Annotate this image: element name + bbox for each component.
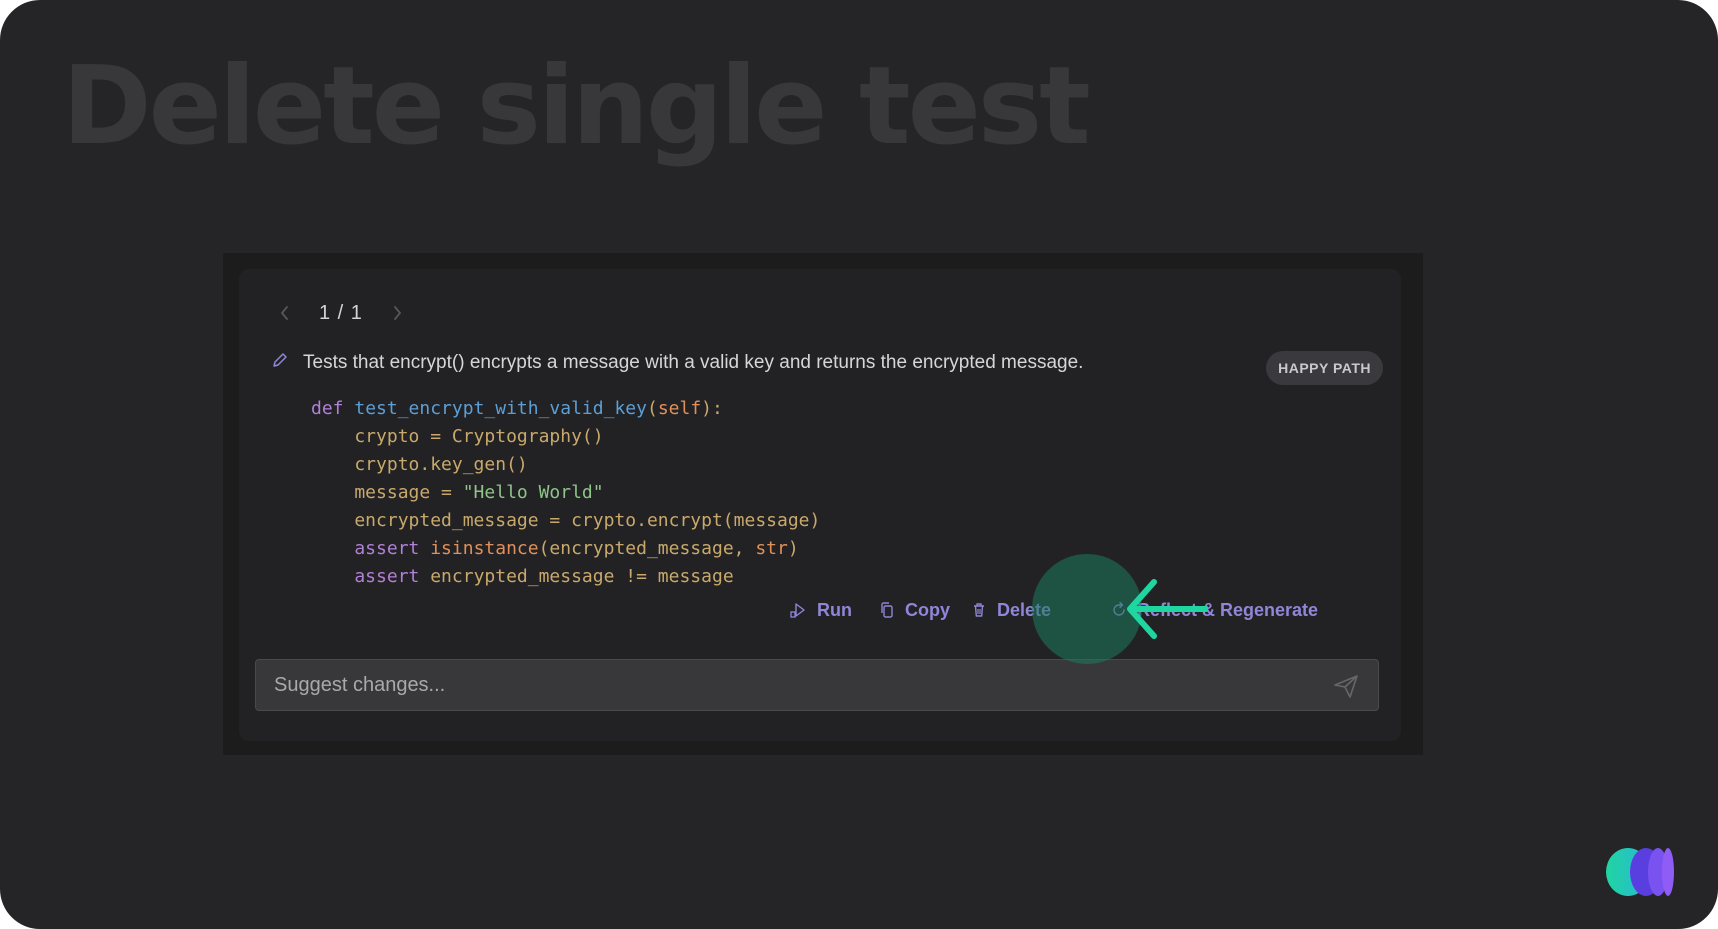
code-line: assert encrypted_message != message: [311, 566, 734, 587]
arrow-left-icon: [1127, 579, 1208, 639]
code-line: crypto.key_gen(): [311, 454, 528, 475]
chevron-right-icon[interactable]: [381, 297, 413, 329]
test-card: 1 / 1 Tests that encrypt() encrypts a me…: [239, 269, 1401, 741]
copy-label: Copy: [905, 599, 950, 620]
code-line: encrypted_message = crypto.encrypt(messa…: [311, 510, 821, 531]
code-line: assert isinstance(encrypted_message, str…: [311, 538, 799, 559]
code-line: message = "Hello World": [311, 482, 604, 503]
pager-count: 1 / 1: [319, 301, 363, 324]
run-button[interactable]: Run: [789, 595, 852, 625]
suggest-changes-input[interactable]: [256, 660, 1352, 710]
run-icon: [790, 603, 805, 618]
copy-icon: [881, 602, 893, 618]
code-line: crypto = Cryptography(): [311, 426, 604, 447]
status-badge: HAPPY PATH: [1266, 351, 1383, 385]
chevron-left-icon[interactable]: [269, 297, 301, 329]
code-line: def test_encrypt_with_valid_key(self):: [311, 398, 723, 419]
test-description-row: Tests that encrypt() encrypts a message …: [271, 351, 1083, 374]
test-description: Tests that encrypt() encrypts a message …: [303, 351, 1084, 373]
test-pager: 1 / 1: [269, 297, 413, 329]
run-label: Run: [817, 599, 852, 620]
trash-icon: [974, 603, 984, 617]
copy-button[interactable]: Copy: [879, 595, 950, 625]
brand-logo-icon: [1606, 848, 1674, 896]
slide: Delete single test 1 / 1 Tests that encr…: [0, 0, 1718, 929]
slide-title: Delete single test: [62, 44, 1091, 169]
code-block: def test_encrypt_with_valid_key(self): c…: [311, 395, 820, 591]
test-actions: Run Copy Delete Reflect & Regenerate: [239, 595, 1401, 625]
pencil-icon[interactable]: [271, 351, 289, 374]
test-panel-frame: 1 / 1 Tests that encrypt() encrypts a me…: [223, 253, 1423, 755]
send-icon[interactable]: [1332, 672, 1360, 700]
suggest-changes-field[interactable]: [255, 659, 1379, 711]
